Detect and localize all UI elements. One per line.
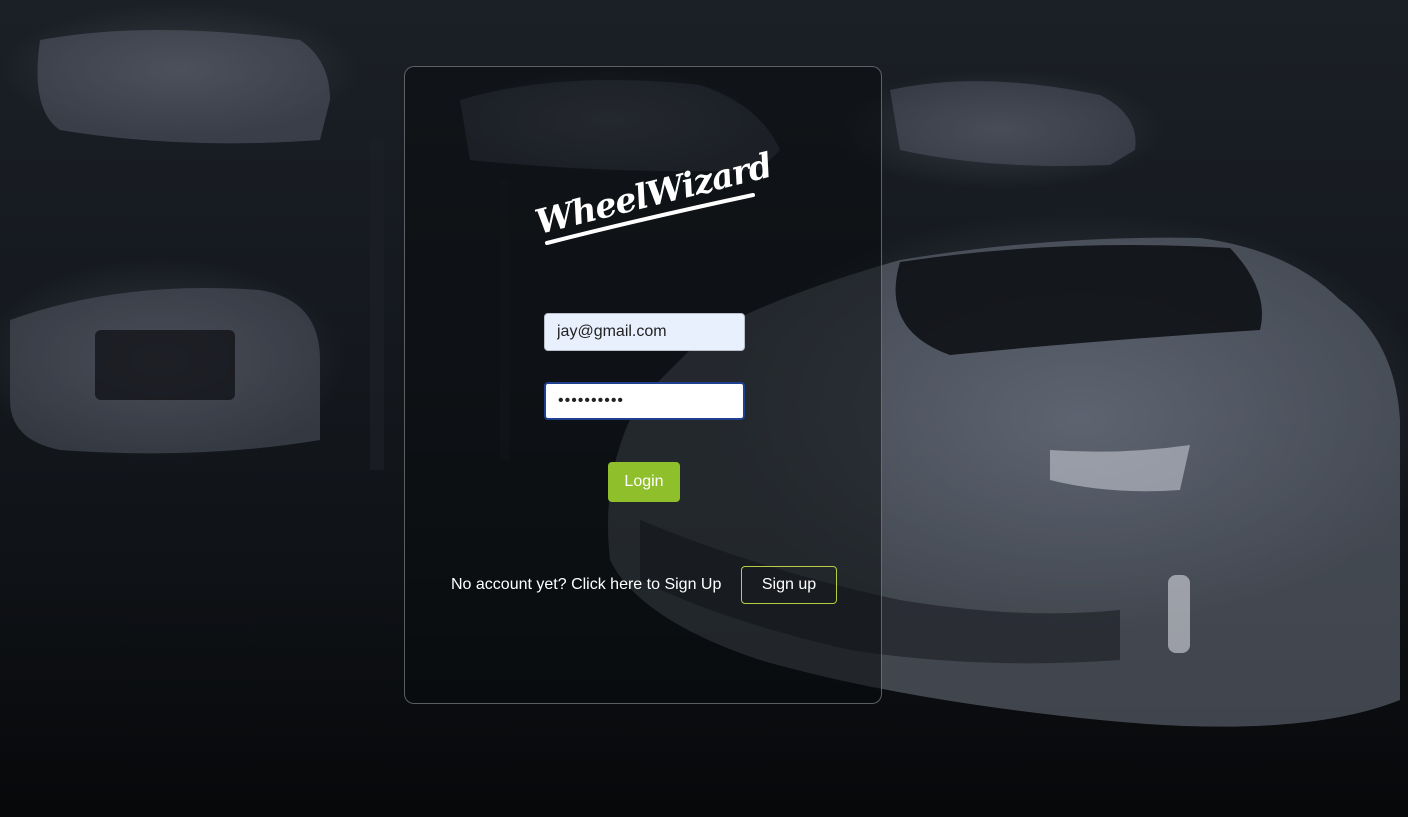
brand-logo: WheelWizard	[531, 146, 775, 247]
signup-prompt: No account yet? Click here to Sign Up	[451, 576, 722, 593]
login-card: WheelWizard Login No account yet? Click …	[404, 66, 882, 704]
email-field[interactable]	[544, 313, 745, 351]
login-page: WheelWizard Login No account yet? Click …	[0, 0, 1408, 817]
password-field[interactable]	[544, 382, 745, 420]
signup-button[interactable]: Sign up	[741, 566, 837, 604]
login-button[interactable]: Login	[608, 462, 680, 502]
